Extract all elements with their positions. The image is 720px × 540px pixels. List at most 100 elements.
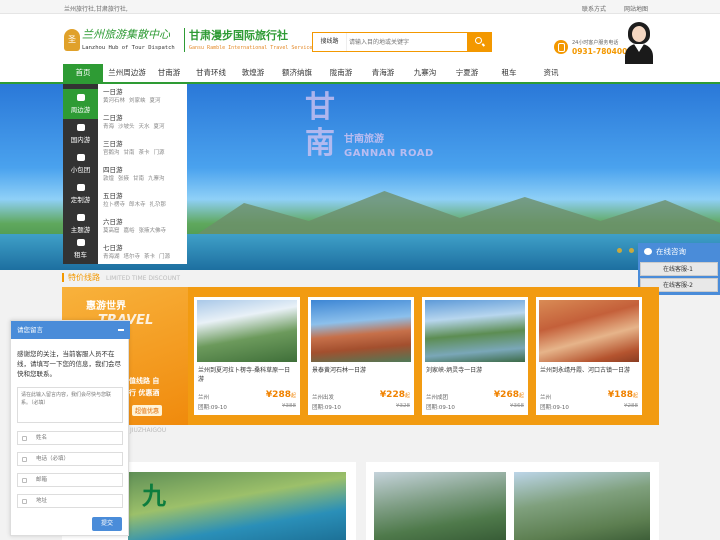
tour-card[interactable]: 景泰黄河石林一日游 兰州出发 团期:09-10 ¥228起 ¥328 (308, 297, 414, 415)
submit-button[interactable]: 提交 (92, 517, 122, 531)
promo-badge: 超值优惠 (132, 405, 163, 416)
tour-origin: 兰州 (540, 395, 552, 401)
scenery-image[interactable] (514, 472, 650, 540)
nav-ejina[interactable]: 额济纳旗 (275, 64, 319, 82)
minimize-icon[interactable] (118, 329, 124, 331)
nav-ganqing[interactable]: 甘青环线 (189, 64, 233, 82)
cat-tab-domestic[interactable]: 国内游 (63, 119, 98, 149)
cat-tab-nearby[interactable]: 周边游 (63, 89, 98, 119)
cat-group[interactable]: 三日游 官鹅沟 甘南 茶卡 门源 (103, 140, 187, 158)
logo-seal-icon[interactable]: 圣 (64, 29, 80, 51)
phone-input[interactable] (36, 453, 120, 465)
tour-origin: 兰州成团 (426, 395, 449, 401)
name-input[interactable] (36, 432, 120, 444)
tour-origin: 兰州出发 (312, 395, 335, 401)
address-field[interactable] (17, 494, 123, 508)
phone-field[interactable] (17, 452, 123, 466)
tour-name[interactable]: 刘家峡-炳灵寺一日游 (426, 366, 524, 375)
phone-icon (554, 40, 568, 54)
message-header[interactable]: 请您留言 (11, 321, 130, 339)
logo-text[interactable]: 兰州旅游集散中心 (82, 26, 170, 42)
tour-price: ¥228起 (379, 390, 410, 400)
special-section-title: 特价线路 LIMITED TIME DISCOUNT (62, 272, 180, 286)
tour-name[interactable]: 兰州到夏河拉卜楞寺-桑科草原一日游 (198, 366, 296, 384)
tour-origin: 兰州 (198, 395, 210, 401)
online-service-title[interactable]: 在线咨询 (638, 243, 720, 260)
tour-name[interactable]: 景泰黄河石林一日游 (312, 366, 410, 375)
contact-link[interactable]: 联系方式 (582, 6, 606, 13)
main-nav: 首页 兰州周边游 甘南游 甘青环线 敦煌游 额济纳旗 陇南游 青海游 九寨沟 宁… (0, 64, 720, 84)
plane-icon (76, 154, 85, 161)
nav-news[interactable]: 资讯 (533, 64, 569, 82)
lower-section-title: JIUZHAIGOU (130, 427, 167, 434)
customer-service-avatar (622, 18, 656, 64)
tour-image[interactable] (539, 300, 639, 362)
nav-home[interactable]: 首页 (63, 64, 103, 82)
banner-subtitle-en: GANNAN ROAD (344, 148, 434, 159)
palm-icon (76, 124, 85, 131)
special-offers: 惠游世界 TRAVEL 超值线路 自由行 优惠酒店 超值优惠 兰州到夏河拉卜楞寺… (62, 287, 659, 425)
tour-image[interactable] (311, 300, 411, 362)
flag-icon (76, 214, 85, 221)
banner-subtitle: 甘南旅游 (344, 134, 384, 145)
scenery-image[interactable] (374, 472, 506, 540)
top-bar: 兰州旅行社,甘肃旅行社, 联系方式 网站地图 (0, 0, 720, 14)
nav-car-rental[interactable]: 租车 (491, 64, 527, 82)
cat-group[interactable]: 二日游 青海 沙坡头 天水 夏河 (103, 114, 187, 132)
nav-ningxia[interactable]: 宁夏游 (449, 64, 485, 82)
tour-old-price: ¥288 (624, 403, 638, 409)
sitemap-link[interactable]: 网站地图 (624, 6, 648, 13)
message-textarea[interactable] (17, 387, 123, 423)
nav-longnan[interactable]: 陇南游 (323, 64, 359, 82)
name-field[interactable] (17, 431, 123, 445)
nav-qinghai[interactable]: 青海游 (365, 64, 401, 82)
tour-card[interactable]: 兰州到夏河拉卜楞寺-桑科草原一日游 兰州 团期:09-10 ¥288起 ¥388 (194, 297, 300, 415)
tour-card[interactable]: 兰州到永靖丹霞、河口古镇一日游 兰州 团期:09-10 ¥188起 ¥288 (536, 297, 642, 415)
search-icon (475, 37, 482, 44)
cat-tab-car[interactable]: 租车 (63, 234, 98, 264)
tour-old-price: ¥368 (510, 403, 524, 409)
nav-gannan[interactable]: 甘南游 (151, 64, 187, 82)
car-icon (76, 239, 85, 246)
jiuzhaigou-section: 九 (62, 440, 659, 540)
page: 兰州旅行社,甘肃旅行社, 联系方式 网站地图 圣 兰州旅游集散中心 Lanzho… (0, 0, 720, 540)
email-field[interactable] (17, 473, 123, 487)
cat-group[interactable]: 七日游 青海湖 塔尔寺 茶卡 门源 (103, 244, 187, 262)
address-input[interactable] (36, 495, 120, 507)
nav-lanzhou[interactable]: 兰州周边游 (103, 64, 151, 82)
jiuzhaigou-logo-text: 九 (142, 481, 166, 510)
tour-date: 团期:09-10 (312, 405, 341, 411)
header: 圣 兰州旅游集散中心 Lanzhou Hub of Tour Dispatch … (0, 14, 720, 64)
tour-image[interactable] (197, 300, 297, 362)
brand-name: 甘肃漫步国际旅行社 (189, 29, 288, 42)
category-menu: 周边游 国内游 小包团 定制游 主题游 租车 一日游 黄河石林 刘家峡 夏河 二日游青… (63, 84, 187, 264)
cat-tab-custom[interactable]: 定制游 (63, 179, 98, 209)
nav-dunhuang[interactable]: 敦煌游 (235, 64, 271, 82)
tour-image[interactable] (425, 300, 525, 362)
slider-dot[interactable] (629, 248, 634, 253)
tour-date: 团期:09-10 (540, 405, 569, 411)
service-agent-1[interactable]: 在线客服-1 (640, 262, 718, 276)
cat-tab-small-group[interactable]: 小包团 (63, 149, 98, 179)
cat-group[interactable]: 一日游 黄河石林 刘家峡 夏河 (103, 88, 187, 106)
search-input[interactable] (349, 33, 467, 51)
tour-date: 团期:09-10 (198, 405, 227, 411)
search-button[interactable] (467, 33, 491, 51)
email-input[interactable] (36, 474, 120, 486)
cat-group[interactable]: 四日游 敦煌 张掖 甘南 九寨沟 (103, 166, 187, 184)
slider-dot[interactable] (617, 248, 622, 253)
message-intro: 感谢您的关注，当前客服人员不在线，请填写一下您的信息，我们会尽快和您联系。 (17, 350, 121, 378)
user-icon (22, 436, 27, 441)
cat-group[interactable]: 六日游 莫高窟 嘉峪 张掖大佛寺 (103, 218, 187, 236)
chat-icon (644, 248, 652, 255)
tour-name[interactable]: 兰州到永靖丹霞、河口古镇一日游 (540, 366, 638, 375)
search-type-select[interactable]: 搜线路 (313, 33, 347, 51)
cat-group[interactable]: 五日游 拉卜楞寺 郎木寺 扎尕那 (103, 192, 187, 210)
mail-icon (22, 478, 27, 483)
nav-jiuzhaigou[interactable]: 九寨沟 (407, 64, 443, 82)
message-panel: 请您留言 感谢您的关注，当前客服人员不在线，请填写一下您的信息，我们会尽快和您联… (10, 320, 130, 536)
tour-card[interactable]: 刘家峡-炳灵寺一日游 兰州成团 团期:09-10 ¥268起 ¥368 (422, 297, 528, 415)
brand-english: Gansu Ramble International Travel Servic… (189, 45, 313, 51)
suitcase-icon (76, 184, 85, 191)
tour-old-price: ¥388 (282, 403, 296, 409)
